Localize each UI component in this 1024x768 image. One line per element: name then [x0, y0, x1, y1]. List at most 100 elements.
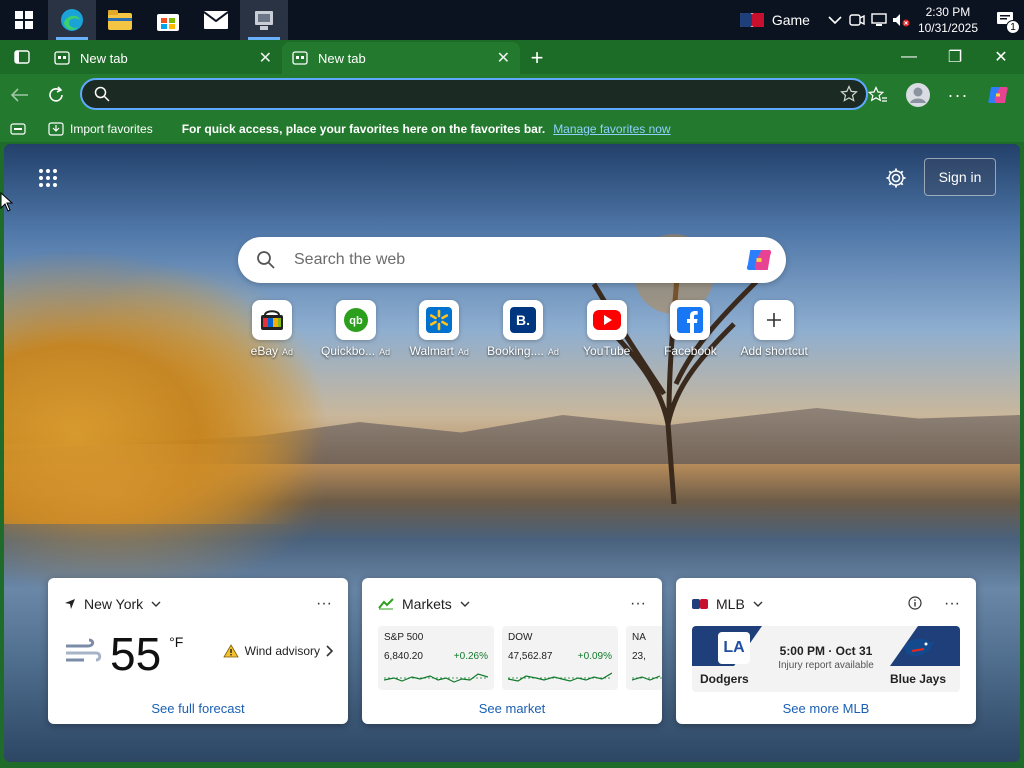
chevron-down-icon[interactable]	[753, 601, 763, 607]
weather-location[interactable]: New York	[84, 596, 143, 612]
taskbar-clock[interactable]: 2:30 PM 10/31/2025	[912, 4, 988, 36]
favorites-button[interactable]	[860, 77, 896, 113]
game-widget-label: Game	[771, 12, 810, 28]
windows-logo-icon	[15, 11, 33, 29]
close-tab-icon[interactable]: ✕	[259, 48, 272, 68]
close-icon: ✕	[994, 49, 1008, 66]
toolbar-right-actions: ···	[860, 74, 1016, 116]
tab-new-tab-1[interactable]: New tab ✕	[44, 42, 282, 74]
facebook-icon	[670, 300, 711, 340]
see-market-link[interactable]: See market	[362, 701, 662, 716]
new-tab-button[interactable]: +	[520, 42, 554, 74]
address-bar[interactable]	[80, 78, 868, 110]
temperature-value: 55	[110, 628, 162, 680]
chevron-down-icon	[828, 16, 842, 24]
web-search-box[interactable]: Search the web	[238, 237, 786, 283]
notification-center-button[interactable]: 1	[988, 0, 1024, 40]
booking-icon: B.	[503, 300, 544, 340]
favorites-star-icon	[868, 86, 887, 102]
copilot-button[interactable]	[980, 77, 1016, 113]
add-shortcut-button[interactable]: Add shortcut	[732, 300, 816, 362]
tray-camera-icon[interactable]	[846, 0, 868, 40]
wind-icon	[66, 638, 102, 662]
notification-count-badge: 1	[1006, 20, 1020, 34]
new-tab-page-icon	[292, 51, 308, 65]
copilot-icon[interactable]	[744, 245, 774, 275]
tray-volume-icon[interactable]	[890, 0, 912, 40]
sparkline-chart	[508, 672, 612, 682]
tray-network-icon[interactable]	[868, 0, 890, 40]
shortcut-label: Walmart	[409, 344, 454, 358]
folder-icon	[108, 10, 132, 30]
computer-icon	[255, 11, 273, 30]
shortcut-walmart[interactable]: Walmart Ad	[397, 300, 481, 362]
close-window-button[interactable]: ✕	[978, 40, 1024, 74]
tab-actions-menu-button[interactable]	[0, 40, 44, 74]
game-widget[interactable]: Game	[726, 12, 824, 28]
avatar-icon	[906, 83, 930, 107]
taskbar-store-button[interactable]	[144, 0, 192, 40]
shortcut-label: Facebook	[664, 344, 717, 358]
close-tab-icon[interactable]: ✕	[497, 48, 510, 68]
weather-alert[interactable]: Wind advisory	[222, 644, 334, 658]
plus-icon	[754, 300, 795, 340]
shortcut-facebook[interactable]: Facebook	[649, 300, 733, 362]
youtube-icon	[586, 300, 627, 340]
info-icon[interactable]	[908, 595, 922, 613]
app-launcher-button[interactable]	[34, 164, 62, 192]
favorites-bar-toggle[interactable]	[0, 123, 36, 135]
restore-icon: ❐	[947, 49, 963, 66]
ad-badge: Ad	[379, 347, 391, 357]
sign-in-button[interactable]: Sign in	[924, 158, 996, 196]
market-tile-dow[interactable]: DOW 47,562.87 +0.09%	[502, 626, 618, 690]
weather-card-header: New York ···	[64, 594, 332, 614]
tray-expand-chevron[interactable]	[824, 0, 846, 40]
see-full-forecast-link[interactable]: See full forecast	[48, 701, 348, 716]
new-tab-page: Sign in Search the web eBay Ad qb Quickbo…	[4, 144, 1020, 762]
shortcut-quickbooks[interactable]: qb Quickbo... Ad	[314, 300, 398, 362]
settings-and-more-button[interactable]: ···	[940, 77, 976, 113]
market-tile-nasdaq[interactable]: NA 23,	[626, 626, 662, 690]
browser-toolbar: ···	[0, 74, 1024, 116]
favorites-divider	[167, 121, 168, 137]
ad-badge: Ad	[547, 347, 559, 357]
tab-new-tab-2[interactable]: New tab ✕	[282, 42, 520, 74]
mlb-logo-icon	[692, 599, 708, 609]
shortcut-booking[interactable]: B. Booking.... Ad	[481, 300, 565, 362]
mouse-cursor-icon	[0, 192, 14, 212]
minimize-button[interactable]: —	[886, 40, 932, 74]
back-button[interactable]	[2, 77, 38, 113]
game-note: Injury report available	[778, 660, 874, 671]
new-tab-page-icon	[54, 51, 70, 65]
chevron-down-icon[interactable]	[151, 601, 161, 607]
manage-favorites-link[interactable]: Manage favorites now	[553, 122, 670, 136]
address-input[interactable]	[122, 86, 832, 102]
app-grid-icon	[39, 169, 57, 187]
game-time: 5:00 PM · Oct 31	[779, 644, 873, 658]
start-button[interactable]	[0, 0, 48, 40]
see-more-mlb-link[interactable]: See more MLB	[676, 701, 976, 716]
mail-icon	[204, 11, 228, 29]
mlb-game-tile[interactable]: LA 5:00 PM · Oct 31 Injury report availa…	[692, 626, 960, 692]
mlb-card-header: MLB ···	[692, 594, 960, 614]
profile-button[interactable]	[900, 77, 936, 113]
away-team-name: Blue Jays	[889, 672, 946, 686]
tab-actions-icon	[14, 50, 30, 64]
import-favorites-button[interactable]: Import favorites	[48, 122, 153, 136]
shortcut-youtube[interactable]: YouTube	[565, 300, 649, 362]
mlb-title[interactable]: MLB	[716, 596, 745, 612]
restore-button[interactable]: ❐	[932, 40, 978, 74]
taskbar-mail-button[interactable]	[192, 0, 240, 40]
taskbar-app-button[interactable]	[240, 0, 288, 40]
page-settings-button[interactable]	[882, 164, 910, 192]
refresh-button[interactable]	[38, 77, 74, 113]
taskbar-edge-button[interactable]	[48, 0, 96, 40]
mlb-more-button[interactable]: ···	[944, 595, 960, 613]
ebay-icon	[251, 300, 292, 340]
taskbar-file-explorer-button[interactable]	[96, 0, 144, 40]
market-tile-sp500[interactable]: S&P 500 6,840.20 +0.26%	[378, 626, 494, 690]
mlb-card: MLB ··· LA 5:00 PM · Oct 31 Injury repor…	[676, 578, 976, 724]
weather-more-button[interactable]: ···	[316, 595, 332, 613]
shortcut-ebay[interactable]: eBay Ad	[230, 300, 314, 362]
back-arrow-icon	[11, 88, 28, 102]
